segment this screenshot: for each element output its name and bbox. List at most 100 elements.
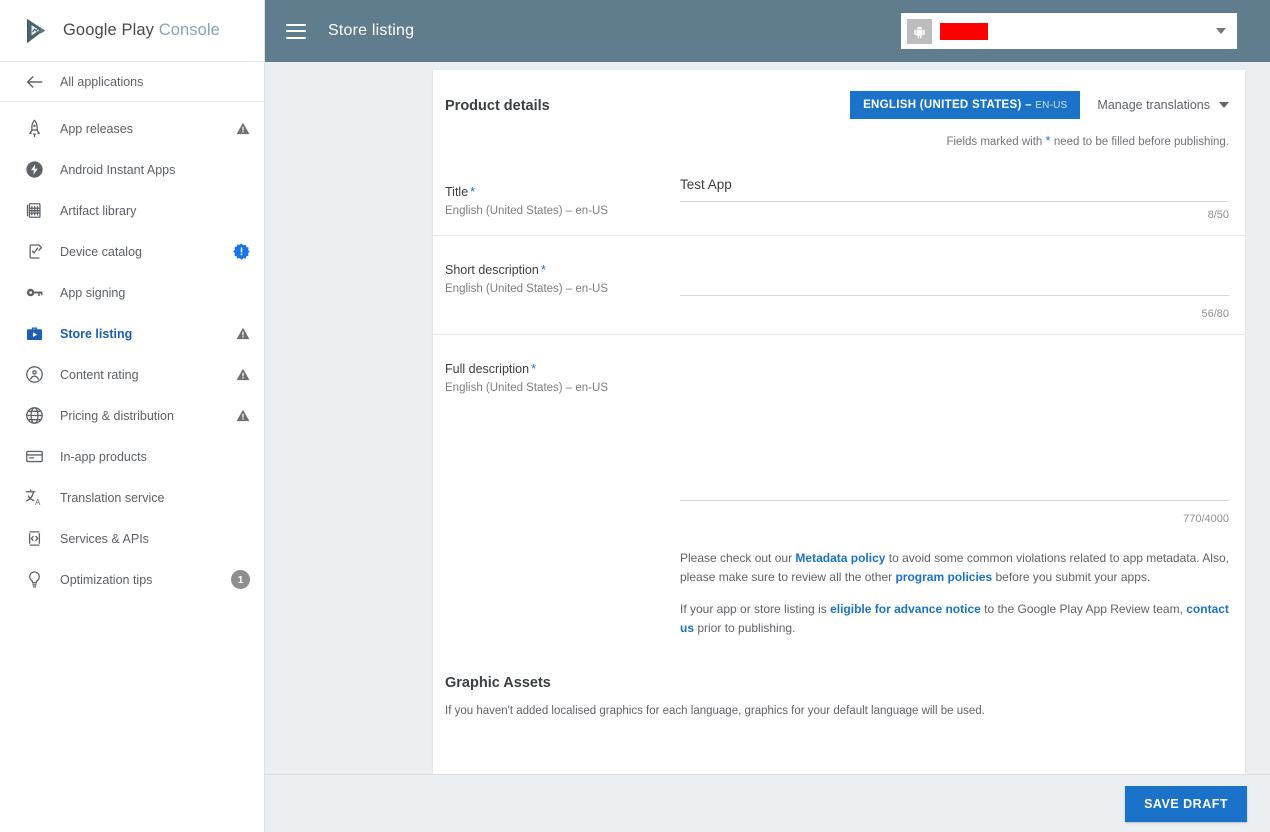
policy-p1-text-c: before you submit your apps. bbox=[992, 569, 1151, 584]
policy-p2-text-a: If your app or store listing is bbox=[680, 602, 831, 617]
title-counter: 8/50 bbox=[1207, 209, 1229, 221]
sidebar-item-translation-service[interactable]: A Translation service bbox=[0, 477, 264, 518]
key-icon bbox=[24, 282, 45, 303]
services-apis-icon bbox=[24, 528, 45, 549]
sidebar-item-label: Artifact library bbox=[60, 203, 137, 218]
field-row-title: Title* English (United States) – en-US 8… bbox=[433, 158, 1245, 236]
product-details-card: Product details ENGLISH (UNITED STATES) … bbox=[433, 70, 1245, 780]
field-row-full-description: Full description * English (United States… bbox=[433, 335, 1245, 539]
android-app-icon bbox=[907, 18, 932, 44]
device-catalog-icon bbox=[24, 241, 45, 262]
sidebar-item-content-rating[interactable]: Content rating bbox=[0, 354, 264, 395]
field-label-full-description-text: Full description bbox=[445, 362, 530, 376]
chevron-down-icon bbox=[1219, 102, 1229, 108]
field-input-block-full-description: 770/4000 bbox=[680, 335, 1229, 539]
hamburger-icon[interactable] bbox=[286, 23, 306, 39]
sidebar-item-services-apis[interactable]: Services & APIs bbox=[0, 518, 264, 559]
field-label-title-text: Title bbox=[445, 185, 469, 199]
language-chip-separator: – bbox=[1021, 99, 1036, 111]
field-sublabel-title: English (United States) – en-US bbox=[445, 205, 608, 217]
sidebar-nav-list: App releases Android Instant Apps Artifact… bbox=[0, 102, 264, 600]
app-selector[interactable] bbox=[901, 13, 1237, 49]
required-star: * bbox=[470, 184, 476, 199]
rocket-icon bbox=[24, 118, 45, 139]
store-listing-icon bbox=[24, 323, 45, 344]
program-policies-link[interactable]: program policies bbox=[895, 570, 992, 584]
sidebar-item-app-signing[interactable]: App signing bbox=[0, 272, 264, 313]
sidebar: Google Play Console All applications App… bbox=[0, 0, 265, 832]
field-label-full-description: Full description * bbox=[445, 361, 680, 376]
google-play-logo-icon bbox=[22, 16, 52, 46]
info-badge-icon bbox=[233, 243, 250, 260]
policy-paragraph-1: Please check out our Metadata policy to … bbox=[680, 549, 1229, 586]
warning-triangle-icon bbox=[236, 327, 250, 340]
language-chip-en-us[interactable]: ENGLISH (UNITED STATES) – EN-US bbox=[850, 91, 1081, 119]
language-chip-label: ENGLISH (UNITED STATES) bbox=[863, 99, 1022, 111]
sidebar-item-app-releases[interactable]: App releases bbox=[0, 108, 264, 149]
sidebar-item-store-listing[interactable]: Store listing bbox=[0, 313, 264, 354]
manage-translations-label: Manage translations bbox=[1097, 98, 1210, 112]
manage-translations-dropdown[interactable]: Manage translations bbox=[1097, 98, 1229, 112]
page-title: Store listing bbox=[328, 22, 415, 39]
warning-triangle-icon bbox=[236, 368, 250, 381]
title-input[interactable] bbox=[680, 177, 1229, 202]
required-fields-hint: Fields marked with * need to be filled b… bbox=[946, 133, 1229, 148]
field-label-block-short-description: Short description * English (United State… bbox=[445, 236, 680, 334]
brand-title: Google Play Console bbox=[63, 21, 220, 40]
sidebar-item-label: Optimization tips bbox=[60, 572, 153, 587]
field-label-block-full-description: Full description * English (United States… bbox=[445, 335, 680, 539]
sidebar-item-in-app-products[interactable]: In-app products bbox=[0, 436, 264, 477]
artifact-icon bbox=[24, 200, 45, 221]
sidebar-item-label: Device catalog bbox=[60, 244, 142, 259]
required-hint-star: * bbox=[1045, 133, 1051, 148]
app-selector-name-redacted bbox=[940, 22, 988, 40]
advance-notice-link[interactable]: eligible for advance notice bbox=[830, 602, 981, 616]
field-input-block-title: 8/50 bbox=[680, 158, 1229, 235]
policy-paragraph-2: If your app or store listing is eligible… bbox=[680, 600, 1229, 637]
sidebar-item-label: In-app products bbox=[60, 449, 147, 464]
card-icon bbox=[24, 446, 45, 467]
sidebar-item-label: Store listing bbox=[60, 326, 133, 341]
chevron-down-icon[interactable] bbox=[1216, 28, 1226, 34]
short-description-textarea[interactable] bbox=[680, 254, 1229, 296]
translate-icon: A bbox=[24, 487, 45, 508]
sidebar-item-device-catalog[interactable]: Device catalog bbox=[0, 231, 264, 272]
field-row-short-description: Short description * English (United State… bbox=[433, 236, 1245, 335]
save-draft-button[interactable]: SAVE DRAFT bbox=[1125, 786, 1247, 822]
short-description-counter: 56/80 bbox=[1201, 308, 1229, 320]
metadata-policy-link[interactable]: Metadata policy bbox=[795, 551, 885, 565]
sidebar-item-label: App releases bbox=[60, 121, 133, 136]
required-star: * bbox=[531, 361, 537, 376]
content-area: Product details ENGLISH (UNITED STATES) … bbox=[265, 62, 1270, 832]
graphic-assets-subtext: If you haven't added localised graphics … bbox=[445, 705, 985, 718]
policy-notice-block: Please check out our Metadata policy to … bbox=[433, 539, 1245, 659]
sidebar-item-artifact-library[interactable]: Artifact library bbox=[0, 190, 264, 231]
sidebar-item-label: Translation service bbox=[60, 490, 165, 505]
sidebar-item-android-instant-apps[interactable]: Android Instant Apps bbox=[0, 149, 264, 190]
language-controls: ENGLISH (UNITED STATES) – EN-US Manage t… bbox=[850, 91, 1229, 119]
sidebar-item-pricing-distribution[interactable]: Pricing & distribution bbox=[0, 395, 264, 436]
full-description-counter: 770/4000 bbox=[1183, 513, 1229, 525]
required-hint-after: need to be filled before publishing. bbox=[1053, 136, 1229, 148]
field-sublabel-short-description: English (United States) – en-US bbox=[445, 283, 608, 295]
sidebar-item-label: App signing bbox=[60, 285, 126, 300]
full-description-textarea[interactable] bbox=[680, 353, 1229, 501]
sidebar-item-label: Pricing & distribution bbox=[60, 408, 174, 423]
lightbulb-icon bbox=[24, 569, 45, 590]
policy-p2-text-c: prior to publishing. bbox=[694, 620, 796, 635]
field-label-short-description-text: Short description bbox=[445, 263, 539, 277]
brand-header[interactable]: Google Play Console bbox=[0, 0, 264, 62]
content-rating-icon bbox=[24, 364, 45, 385]
sidebar-item-label: Services & APIs bbox=[60, 531, 149, 546]
language-chip-code: EN-US bbox=[1035, 100, 1068, 111]
warning-triangle-icon bbox=[236, 409, 250, 422]
google-play-console-page: Google Play Console All applications App… bbox=[0, 0, 1270, 832]
sidebar-item-optimization-tips[interactable]: Optimization tips 1 bbox=[0, 559, 264, 600]
sidebar-back-label: All applications bbox=[60, 74, 144, 89]
field-label-title: Title * bbox=[445, 184, 680, 199]
brand-title-secondary: Console bbox=[158, 21, 220, 39]
sidebar-item-all-applications[interactable]: All applications bbox=[0, 62, 264, 102]
field-label-block-title: Title * English (United States) – en-US bbox=[445, 158, 680, 235]
field-sublabel-full-description: English (United States) – en-US bbox=[445, 382, 608, 394]
field-input-block-short-description: 56/80 bbox=[680, 236, 1229, 334]
